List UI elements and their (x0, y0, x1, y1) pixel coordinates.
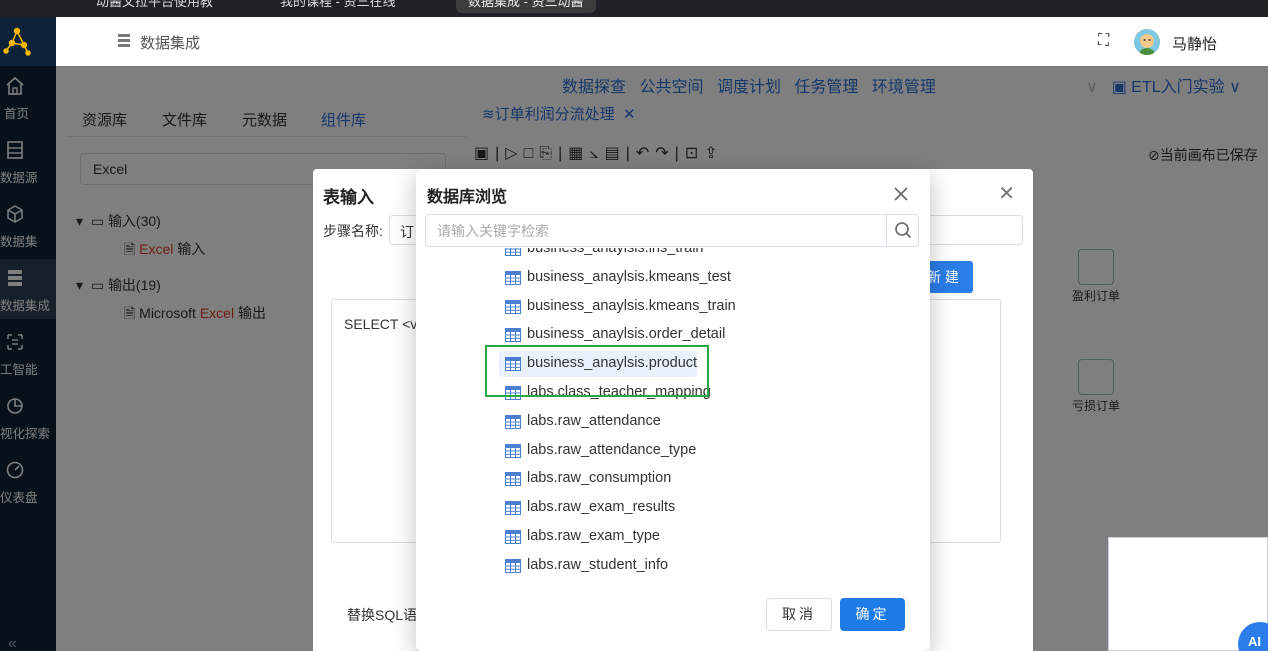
table-icon (505, 271, 521, 285)
table-icon (505, 300, 521, 314)
replace-sql-label: 替换SQL语 (347, 607, 418, 623)
browser-tab[interactable]: 我的课程 - 资三在线 (280, 0, 396, 13)
browser-tab[interactable]: 动酱文拉平台使用教 (96, 0, 213, 13)
table-list-item[interactable]: labs.raw_student_info (499, 553, 697, 579)
table-list-item[interactable]: labs.raw_attendance_type (499, 438, 697, 464)
table-search-field[interactable] (425, 214, 919, 247)
table-icon (505, 357, 521, 371)
table-list-item[interactable]: business_anaylsis.iris_train (499, 248, 704, 262)
top-header: 数据集成 ⛶ 马静怡 (56, 17, 1268, 67)
table-list-item[interactable]: labs.class_teacher_mapping (499, 380, 711, 406)
table-icon (505, 386, 521, 400)
search-icon (895, 222, 912, 239)
table-icon (505, 328, 521, 342)
confirm-button[interactable]: 确定 (840, 598, 905, 631)
table-name: labs.raw_exam_type (527, 528, 660, 544)
table-icon (505, 559, 521, 573)
table-list-item[interactable]: business_anaylsis.kmeans_train (499, 294, 736, 320)
search-button[interactable] (886, 215, 918, 246)
avatar[interactable] (1134, 29, 1160, 55)
table-icon (505, 248, 521, 256)
cancel-button[interactable]: 取消 (766, 598, 832, 631)
table-name: labs.class_teacher_mapping (527, 384, 711, 400)
table-icon (505, 444, 521, 458)
search-input[interactable] (427, 216, 887, 245)
table-icon (505, 472, 521, 486)
table-list-item[interactable]: labs.raw_attendance (499, 409, 697, 435)
close-icon[interactable] (890, 183, 912, 205)
table-list: business_anaylsis.iris_train business_an… (416, 248, 930, 584)
table-name: business_anaylsis.product (527, 355, 698, 371)
table-name: labs.raw_exam_results (527, 499, 676, 515)
table-name: business_anaylsis.kmeans_train (527, 298, 736, 314)
table-name: labs.raw_student_info (527, 557, 669, 573)
menu-icon[interactable] (118, 34, 130, 48)
table-name: business_anaylsis.order_detail (527, 326, 726, 342)
table-name: labs.raw_attendance_type (527, 442, 697, 458)
table-list-item[interactable]: business_anaylsis.order_detail (499, 322, 725, 348)
sql-text: SELECT <va (344, 316, 426, 332)
table-icon (505, 415, 521, 429)
table-list-item[interactable]: labs.raw_consumption (499, 466, 697, 492)
step-name-label: 步骤名称: (323, 223, 383, 239)
table-name: business_anaylsis.iris_train (527, 248, 704, 256)
table-list-item[interactable]: labs.raw_exam_type (499, 524, 697, 550)
table-name: labs.raw_attendance (527, 413, 661, 429)
browser-tab-strip: 动酱文拉平台使用教 我的课程 - 资三在线 数据集成 - 资三动酱 (0, 0, 1268, 17)
table-list-item[interactable]: business_anaylsis.kmeans_test (499, 265, 731, 291)
table-list-item-selected[interactable]: business_anaylsis.product (499, 351, 697, 377)
table-list-item[interactable]: labs.raw_exam_results (499, 495, 697, 521)
step-name-value: 订 (400, 224, 414, 240)
database-browser-dialog: 数据库浏览 business_anaylsis.iris_train busin… (416, 169, 930, 651)
dialog-title: 表输入 (323, 188, 374, 207)
table-icon (505, 501, 521, 515)
browser-tab-active[interactable]: 数据集成 - 资三动酱 (456, 0, 596, 13)
dialog-title: 数据库浏览 (427, 189, 508, 206)
user-name[interactable]: 马静怡 (1172, 33, 1217, 54)
page-title: 数据集成 (140, 35, 201, 52)
close-icon[interactable]: ✕ (998, 181, 1015, 206)
table-name: business_anaylsis.kmeans_test (527, 269, 731, 285)
table-name: labs.raw_consumption (527, 470, 672, 486)
app-logo-icon (3, 27, 31, 56)
table-icon (505, 530, 521, 544)
fullscreen-icon[interactable]: ⛶ (1098, 32, 1109, 50)
